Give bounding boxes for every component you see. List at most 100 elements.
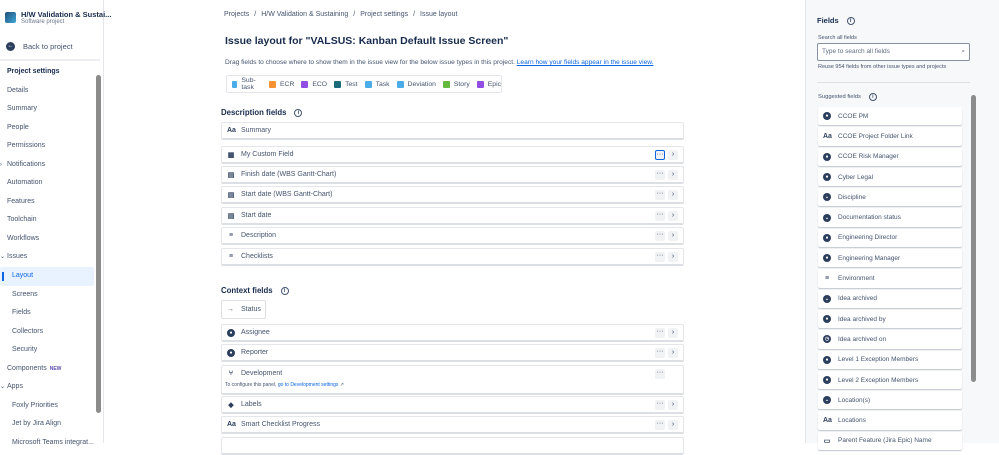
more-button[interactable]: ··· (655, 252, 665, 262)
expand-button[interactable]: › (668, 348, 678, 358)
suggested-field-idea-archived-by[interactable]: ● Idea archived by (818, 309, 962, 329)
more-button[interactable]: ··· (655, 328, 665, 338)
suggested-field-parent-feature-jira-epic-name[interactable]: ▭ Parent Feature (Jira Epic) Name (818, 431, 962, 451)
more-button[interactable]: ··· (655, 170, 665, 180)
sidebar-scrollbar[interactable] (96, 75, 101, 413)
suggested-field-idea-archived-on[interactable]: ◷ Idea archived on (818, 330, 962, 349)
breadcrumb-separator: / (413, 11, 416, 18)
sidebar-item-notifications[interactable]: › Notifications (0, 156, 94, 175)
more-button[interactable]: ··· (655, 211, 665, 221)
suggested-field-ccoe-project-folder-link[interactable]: Aa CCOE Project Folder Link (818, 127, 962, 146)
sidebar-item-jet-by-jira-align[interactable]: Jet by Jira Align (0, 415, 94, 434)
info-icon[interactable]: i (846, 16, 855, 25)
sidebar-item-apps[interactable]: ⌄ Apps (0, 378, 94, 397)
field-row-partial[interactable] (221, 437, 684, 455)
suggested-field-location-s[interactable]: ⌄ Location(s) (818, 391, 962, 410)
breadcrumb-projects[interactable]: Projects (224, 11, 249, 18)
more-button[interactable]: ··· (655, 190, 665, 200)
field-assignee[interactable]: ● Assignee ··· › (221, 324, 684, 342)
expand-button[interactable]: › (668, 150, 678, 160)
sidebar-item-fields[interactable]: Fields (0, 304, 94, 323)
sidebar-item-features[interactable]: Features (0, 193, 94, 212)
more-button[interactable]: ··· (655, 369, 665, 379)
field-start-date-wbs-gantt-chart[interactable]: ▤ Start date (WBS Gantt-Chart) ··· › (221, 186, 684, 204)
search-fields-input[interactable]: Type to search all fields ⌕ (817, 43, 970, 61)
field-smart-checklist-progress[interactable]: Aa Smart Checklist Progress ··· › (221, 416, 684, 434)
suggested-field-engineering-director[interactable]: ● Engineering Director (818, 228, 962, 248)
field-label: Documentation status (838, 214, 901, 222)
suggested-field-ccoe-risk-manager[interactable]: ● CCOE Risk Manager (818, 147, 962, 166)
sidebar-item-screens[interactable]: Screens (0, 286, 94, 305)
more-button[interactable]: ··· (655, 420, 665, 430)
sidebar-item-security[interactable]: Security (0, 341, 94, 360)
suggested-field-idea-archived[interactable]: ⌄ Idea archived (818, 289, 962, 308)
sidebar-item-people[interactable]: People (0, 119, 94, 138)
suggested-field-level-1-exception-members[interactable]: ● Level 1 Exception Members (818, 350, 962, 369)
sidebar-item-layout[interactable]: Layout (0, 267, 94, 286)
suggested-field-ccoe-pm[interactable]: ● CCOE PM (818, 107, 962, 126)
more-button[interactable]: ··· (655, 400, 665, 410)
field-label: Idea archived by (838, 315, 886, 323)
suggested-field-engineering-manager[interactable]: ● Engineering Manager (818, 249, 962, 268)
sidebar-item-foxly-priorities[interactable]: Foxly Priorities (0, 397, 94, 416)
field-label: Level 2 Exception Members (838, 376, 919, 384)
field-finish-date-wbs-gantt-chart[interactable]: ▤ Finish date (WBS Gantt-Chart) ··· › (221, 166, 684, 184)
project-header[interactable]: H/W Validation & Sustai... Software proj… (5, 10, 111, 25)
breadcrumb-issue-layout: Issue layout (420, 11, 458, 18)
sidebar-item-automation[interactable]: Automation (0, 174, 94, 193)
more-button[interactable]: ··· (655, 150, 665, 160)
info-icon[interactable]: i (294, 108, 303, 117)
field-label: Cyber Legal (838, 173, 874, 181)
field-description[interactable]: ≡ Description ··· › (221, 227, 684, 245)
expand-button[interactable]: › (668, 190, 678, 200)
sidebar-item-toolchain[interactable]: Toolchain (0, 211, 94, 230)
expand-button[interactable]: › (668, 211, 678, 221)
expand-button[interactable]: › (668, 231, 678, 241)
more-button[interactable]: ··· (655, 231, 665, 241)
more-button[interactable]: ··· (655, 348, 665, 358)
field-status[interactable]: → Status (221, 300, 266, 319)
field-labels[interactable]: ◆ Labels ··· › (221, 396, 684, 414)
issue-type-test: Test (334, 80, 358, 88)
issue-type-eco: ECO (301, 80, 327, 88)
sidebar-item-label: Workflows (7, 234, 40, 242)
field-development[interactable]: ⑂ Development To configure this panel, go… (221, 365, 684, 395)
development-settings-link[interactable]: go to Development settings (278, 382, 339, 388)
expand-button[interactable]: › (668, 400, 678, 410)
expand-button[interactable]: › (668, 252, 678, 262)
suggested-field-environment[interactable]: ≡ Environment (818, 269, 962, 288)
field-my-custom-field[interactable]: ▦ My Custom Field ··· › (221, 146, 684, 164)
info-icon[interactable]: i (280, 286, 289, 295)
fields-scrollbar[interactable] (971, 95, 976, 382)
field-checklists[interactable]: ≡ Checklists ··· › (221, 248, 684, 266)
sidebar-item-label: Components (7, 364, 47, 372)
field-reporter[interactable]: ● Reporter ··· › (221, 344, 684, 362)
text-icon: Aa (823, 132, 832, 140)
sidebar-item-collectors[interactable]: Collectors (0, 323, 94, 342)
sidebar-item-details[interactable]: Details (0, 82, 94, 101)
info-icon[interactable]: i (868, 93, 877, 101)
sidebar-item-permissions[interactable]: Permissions (0, 137, 94, 156)
breadcrumb-h-w-validation-sustaining[interactable]: H/W Validation & Sustaining (261, 11, 348, 18)
field-label: Status (241, 306, 261, 313)
issue-type-label: Task (375, 80, 390, 88)
learn-more-link[interactable]: Learn how your fields appear in the issu… (517, 59, 654, 66)
suggested-field-locations[interactable]: Aa Locations (818, 411, 962, 430)
sidebar-item-summary[interactable]: Summary (0, 100, 94, 119)
sidebar-item-microsoft-teams-integrat[interactable]: Microsoft Teams integrat... (0, 434, 94, 453)
expand-button[interactable]: › (668, 420, 678, 430)
sidebar-item-label: Microsoft Teams integrat... (12, 438, 94, 446)
suggested-field-documentation-status[interactable]: ⌄ Documentation status (818, 208, 962, 227)
back-to-project-link[interactable]: ← Back to project (6, 42, 73, 51)
suggested-field-level-2-exception-members[interactable]: ● Level 2 Exception Members (818, 370, 962, 390)
suggested-field-cyber-legal[interactable]: ● Cyber Legal (818, 167, 962, 187)
sidebar-item-workflows[interactable]: Workflows (0, 230, 94, 249)
expand-button[interactable]: › (668, 170, 678, 180)
field-start-date[interactable]: ▤ Start date ··· › (221, 207, 684, 225)
breadcrumb-project-settings[interactable]: Project settings (360, 11, 408, 18)
expand-button[interactable]: › (668, 328, 678, 338)
suggested-field-discipline[interactable]: ⌄ Discipline (818, 188, 962, 207)
field-label: Parent Feature (Jira Epic) Name (838, 437, 932, 445)
sidebar-item-components[interactable]: Components NEW (0, 360, 94, 379)
sidebar-item-issues[interactable]: ⌄ Issues (0, 248, 94, 267)
